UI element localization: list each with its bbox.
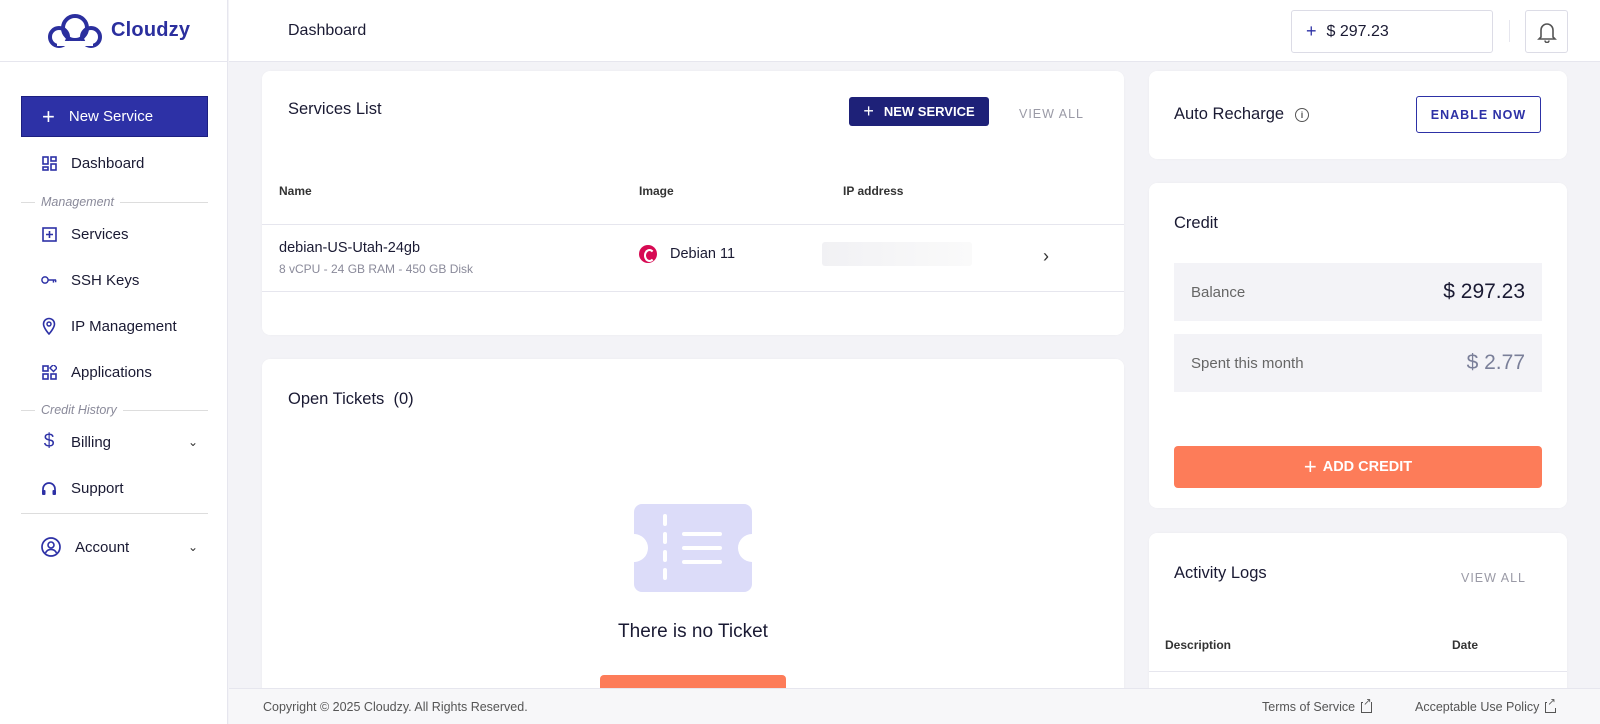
- enable-now-button[interactable]: ENABLE NOW: [1416, 96, 1541, 133]
- sidebar-item-services[interactable]: Services: [21, 214, 208, 254]
- service-name[interactable]: debian-US-Utah-24gb: [279, 240, 420, 256]
- add-credit-label: ADD CREDIT: [1322, 459, 1413, 475]
- plus-icon: +: [1303, 454, 1317, 479]
- sidebar-item-label: Account: [75, 538, 130, 556]
- services-list-title: Services List: [288, 100, 382, 118]
- sidebar-item-dashboard[interactable]: Dashboard: [21, 143, 208, 183]
- column-header-name: Name: [279, 184, 312, 198]
- table-divider: [1149, 671, 1567, 672]
- sidebar-new-service-button[interactable]: + New Service: [21, 96, 208, 137]
- chevron-right-icon[interactable]: ›: [1043, 246, 1049, 267]
- credit-card: Credit Balance $ 297.23 Spent this month…: [1149, 183, 1567, 508]
- spent-row: Spent this month $ 2.77: [1174, 334, 1542, 392]
- table-divider: [262, 224, 1124, 225]
- section-label-text: Management: [41, 195, 114, 209]
- terms-of-service-link[interactable]: Terms of Service: [1262, 697, 1373, 714]
- spent-label: Spent this month: [1191, 354, 1304, 372]
- topbar-separator: [1509, 20, 1510, 42]
- bell-icon: [1536, 22, 1557, 43]
- topbar-balance-button[interactable]: + $ 297.23: [1291, 10, 1493, 53]
- sidebar-item-label: SSH Keys: [71, 271, 140, 289]
- headset-icon: [41, 479, 57, 497]
- topbar: Dashboard + $ 297.23: [229, 0, 1600, 62]
- topbar-balance-value: $ 297.23: [1326, 22, 1389, 40]
- external-link-icon: [1545, 697, 1557, 713]
- column-header-date: Date: [1452, 638, 1479, 652]
- no-ticket-message: There is no Ticket: [618, 621, 768, 642]
- activity-view-all-link[interactable]: VIEW ALL: [1461, 571, 1526, 585]
- sidebar: Cloudzy + New Service Dashboard Manageme…: [0, 0, 228, 724]
- auto-recharge-card: Auto Recharge i ENABLE NOW: [1149, 71, 1567, 159]
- sidebar-item-ssh-keys[interactable]: SSH Keys: [21, 260, 208, 300]
- add-credit-button[interactable]: + ADD CREDIT: [1174, 446, 1542, 488]
- sidebar-divider: [21, 513, 208, 514]
- credit-title: Credit: [1174, 214, 1219, 232]
- sidebar-item-label: Support: [71, 479, 124, 497]
- chevron-down-icon: ⌄: [187, 540, 198, 554]
- dashboard-icon: [41, 154, 57, 172]
- plus-square-icon: [41, 225, 57, 243]
- sidebar-item-billing[interactable]: $ Billing ⌄: [21, 422, 208, 462]
- table-divider: [262, 291, 1124, 292]
- balance-value: $ 297.23: [1443, 280, 1525, 303]
- services-view-all-link[interactable]: VIEW ALL: [1019, 107, 1084, 121]
- section-label-text: Credit History: [41, 403, 117, 417]
- sidebar-item-account[interactable]: Account ⌄: [21, 527, 208, 567]
- sidebar-item-ip-management[interactable]: IP Management: [21, 306, 208, 346]
- aup-link-text: Acceptable Use Policy: [1415, 700, 1540, 714]
- spent-value: $ 2.77: [1466, 351, 1525, 374]
- dollar-icon: $: [43, 431, 55, 452]
- sidebar-item-support[interactable]: Support: [21, 468, 208, 508]
- sidebar-item-label: Services: [71, 225, 129, 243]
- terms-link-text: Terms of Service: [1262, 700, 1356, 714]
- section-management: Management: [21, 195, 208, 209]
- notifications-button[interactable]: [1525, 10, 1568, 53]
- debian-logo-icon: [639, 245, 657, 263]
- balance-row: Balance $ 297.23: [1174, 263, 1542, 321]
- sidebar-item-label: IP Management: [71, 317, 177, 335]
- external-link-icon: [1361, 697, 1373, 713]
- service-image: Debian 11: [639, 245, 735, 263]
- cloud-logo-icon: [48, 13, 102, 48]
- sidebar-item-applications[interactable]: Applications: [21, 352, 208, 392]
- column-header-image: Image: [639, 184, 674, 198]
- sidebar-item-label: Billing: [71, 433, 112, 451]
- new-service-label: New Service: [68, 108, 154, 125]
- key-icon: [41, 271, 57, 289]
- auto-recharge-title: Auto Recharge: [1174, 105, 1285, 123]
- plus-icon: +: [1306, 21, 1317, 41]
- section-credit-history: Credit History: [21, 403, 208, 417]
- logo[interactable]: Cloudzy: [0, 0, 227, 62]
- open-tickets-title: Open Tickets (0): [288, 390, 414, 409]
- open-tickets-count: (0): [393, 390, 414, 408]
- column-header-description: Description: [1165, 638, 1232, 652]
- activity-logs-card: Activity Logs VIEW ALL Description Date: [1149, 533, 1567, 703]
- services-list-card: Services List + NEW SERVICE VIEW ALL Nam…: [262, 71, 1124, 335]
- chevron-down-icon: ⌄: [187, 435, 198, 449]
- footer: Copyright © 2025 Cloudzy. All Rights Res…: [229, 688, 1600, 724]
- service-image-name: Debian 11: [670, 246, 736, 262]
- apps-grid-icon: [41, 363, 57, 381]
- sidebar-item-label: Applications: [71, 363, 152, 381]
- balance-label: Balance: [1191, 283, 1246, 301]
- brand-name: Cloudzy: [111, 19, 191, 41]
- info-icon[interactable]: i: [1295, 108, 1309, 122]
- ticket-icon: [634, 504, 752, 592]
- column-header-ip: IP address: [843, 184, 904, 198]
- user-circle-icon: [41, 537, 61, 557]
- plus-icon: +: [42, 103, 55, 129]
- open-tickets-card: Open Tickets (0) There is no Ticket: [262, 359, 1124, 699]
- plus-icon: +: [863, 101, 874, 121]
- sidebar-item-label: Dashboard: [71, 154, 145, 172]
- new-service-button-label: NEW SERVICE: [883, 104, 975, 119]
- acceptable-use-policy-link[interactable]: Acceptable Use Policy: [1415, 697, 1557, 714]
- service-ip-address-redacted: [822, 242, 972, 266]
- location-pin-icon: [41, 317, 57, 335]
- copyright-text: Copyright © 2025 Cloudzy. All Rights Res…: [263, 700, 528, 714]
- service-spec: 8 vCPU - 24 GB RAM - 450 GB Disk: [279, 262, 474, 276]
- new-service-button[interactable]: + NEW SERVICE: [849, 97, 989, 126]
- open-tickets-title-text: Open Tickets: [288, 390, 385, 408]
- activity-logs-title: Activity Logs: [1174, 564, 1267, 582]
- page-title: Dashboard: [288, 22, 367, 39]
